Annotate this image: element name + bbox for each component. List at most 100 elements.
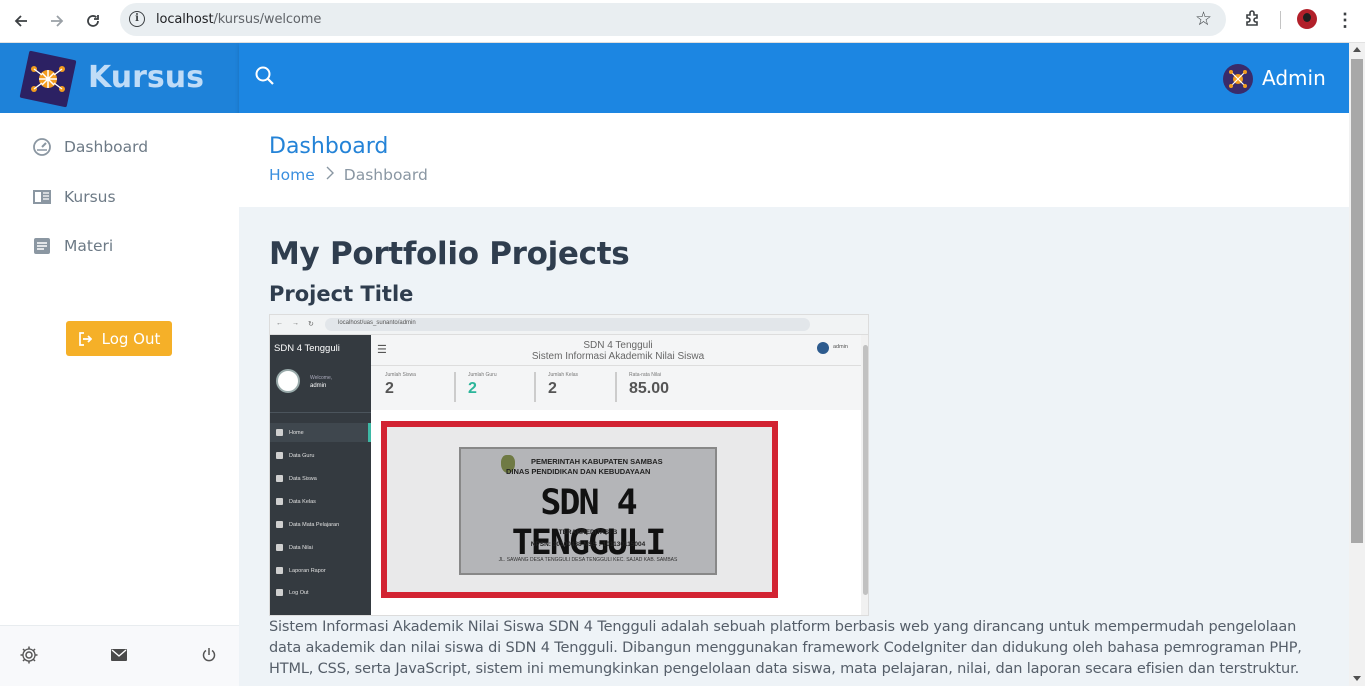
extensions-icon[interactable]	[1243, 9, 1263, 29]
screenshot-back-icon: ←	[276, 320, 283, 327]
screenshot-scrollbar	[861, 335, 868, 615]
user-avatar[interactable]	[1223, 64, 1253, 94]
stat-label: Jumlah Guru	[468, 372, 497, 378]
stat-label: Rata-rata Nilai	[629, 372, 661, 378]
top-header: Admin	[239, 43, 1349, 113]
screenshot-url: localhost/uas_sunanto/admin	[338, 320, 416, 326]
plate-school-name: SDN 4 TENGGULI	[511, 483, 667, 563]
sidebar-item-kursus[interactable]: Kursus	[32, 185, 116, 209]
sidebar-item-materi[interactable]: Materi	[32, 234, 113, 258]
screenshot-menu-item: Data Kelas	[276, 498, 316, 505]
site-info-icon[interactable]: i	[129, 11, 145, 27]
plate-accreditation: TERAKREDITASI B	[558, 529, 618, 536]
sidebar-item-label: Kursus	[64, 188, 116, 206]
screenshot-forward-icon: →	[292, 320, 299, 327]
screenshot-browser-bar: ← → ↻ localhost/uas_sunanto/admin	[270, 315, 868, 335]
mail-icon[interactable]	[108, 644, 130, 666]
screenshot-user: admin	[310, 383, 327, 389]
scroll-up-icon[interactable]	[1353, 47, 1361, 52]
screenshot-menu-item: Log Out	[276, 589, 309, 596]
screenshot-menu-item: Home	[276, 429, 304, 436]
stat-value: 2	[385, 380, 394, 397]
screenshot-stat: Jumlah Siswa 2	[371, 366, 451, 406]
project-title: Project Title	[269, 282, 414, 306]
scroll-down-icon[interactable]	[1353, 676, 1361, 681]
address-bar[interactable]: i localhost/kursus/welcome ☆	[120, 3, 1226, 36]
screenshot-stat: Jumlah Guru 2	[454, 366, 534, 406]
screenshot-divider	[270, 412, 371, 413]
back-icon[interactable]	[10, 10, 32, 32]
more-menu-icon[interactable]: ⋮	[1336, 10, 1354, 31]
brand-name[interactable]: Kursus	[88, 60, 204, 95]
scroll-thumb[interactable]	[1351, 59, 1363, 543]
breadcrumb: Home Dashboard	[269, 165, 428, 184]
toolbar-divider	[1280, 11, 1281, 29]
project-screenshot: ← → ↻ localhost/uas_sunanto/admin SDN 4 …	[269, 314, 869, 616]
sidebar-item-label: Materi	[64, 237, 114, 255]
stat-divider	[615, 372, 617, 402]
settings-icon[interactable]	[18, 644, 40, 666]
school-sign-plate: PEMERINTAH KABUPATEN SAMBAS DINAS PENDID…	[459, 447, 717, 575]
page-title: Dashboard	[269, 134, 389, 159]
screenshot-reload-icon: ↻	[308, 321, 314, 328]
screenshot-menu-item: Data Guru	[276, 452, 314, 459]
screenshot-user-menu: admin	[833, 344, 848, 350]
screenshot-bottom-edge	[416, 615, 866, 616]
project-description: Sistem Informasi Akademik Nilai Siswa SD…	[269, 619, 1302, 677]
page-scrollbar[interactable]	[1349, 43, 1365, 686]
breadcrumb-home-link[interactable]: Home	[269, 166, 315, 184]
user-name[interactable]: Admin	[1262, 66, 1326, 90]
stat-label: Jumlah Siswa	[385, 372, 416, 378]
screenshot-user-avatar	[817, 342, 829, 354]
dashboard-icon	[32, 137, 52, 157]
screenshot-menu-item: Data Mata Pelajaran	[276, 521, 339, 528]
bookmark-star-icon[interactable]: ☆	[1195, 8, 1212, 31]
photo-wall: PEMERINTAH KABUPATEN SAMBAS DINAS PENDID…	[387, 427, 772, 592]
plate-ids: NPSN: 30100438 NSS : 101130115004	[530, 541, 646, 548]
school-sign-photo: PEMERINTAH KABUPATEN SAMBAS DINAS PENDID…	[381, 421, 778, 598]
browser-toolbar: i localhost/kursus/welcome ☆ ⋮	[0, 0, 1365, 43]
sidebar-item-dashboard[interactable]: Dashboard	[32, 135, 148, 159]
stat-divider	[534, 372, 536, 402]
book-icon	[32, 187, 52, 207]
screenshot-header-line2: Sistem Informasi Akademik Nilai Siswa	[531, 351, 705, 362]
search-icon[interactable]	[253, 64, 277, 88]
url-text[interactable]: localhost/kursus/welcome	[156, 12, 321, 27]
stat-label: Jumlah Kelas	[548, 372, 579, 378]
screenshot-stats: Jumlah Siswa 2 Jumlah Guru 2 Jumlah Kela…	[371, 366, 863, 410]
plate-line2: DINAS PENDIDIKAN DAN KEBUDAYAAN	[506, 467, 651, 476]
brand-logo[interactable]	[18, 49, 78, 109]
screenshot-stat: Jumlah Kelas 2	[534, 366, 614, 406]
screenshot-app-name: SDN 4 Tengguli	[274, 343, 340, 354]
portfolio-heading: My Portfolio Projects	[269, 236, 630, 272]
logout-icon	[78, 331, 92, 346]
profile-avatar[interactable]	[1297, 9, 1317, 29]
logout-label: Log Out	[101, 329, 161, 348]
main-content: My Portfolio Projects Project Title ← → …	[239, 207, 1349, 686]
breadcrumb-current: Dashboard	[343, 165, 428, 184]
sidebar-footer	[0, 625, 239, 686]
plate-address: JL. SAWANG DESA TENGGULI DESA TENGGULI K…	[498, 557, 678, 563]
sidebar-item-label: Dashboard	[64, 138, 149, 156]
power-icon[interactable]	[198, 644, 220, 666]
logout-button[interactable]: Log Out	[66, 321, 172, 356]
screenshot-avatar	[276, 369, 300, 393]
stat-value: 85.00	[629, 380, 670, 397]
plate-line1: PEMERINTAH KABUPATEN SAMBAS	[531, 457, 663, 466]
screenshot-menu-item: Data Siswa	[276, 475, 317, 482]
reload-icon[interactable]	[82, 10, 104, 32]
forward-icon[interactable]	[46, 10, 68, 32]
screenshot-photo-area: PEMERINTAH KABUPATEN SAMBAS DINAS PENDID…	[371, 416, 855, 601]
screenshot-stat: Rata-rata Nilai 85.00	[615, 366, 695, 406]
screenshot-menu-item: Data Nilai	[276, 544, 313, 551]
breadcrumb-chevron-icon	[325, 165, 334, 184]
sidebar: Dashboard Kursus Materi Log Out	[0, 113, 239, 686]
page-header: Dashboard Home Dashboard	[239, 113, 1349, 207]
screenshot-sidebar: SDN 4 Tengguli Welcome, admin Home Data …	[270, 335, 371, 615]
screenshot-scroll-thumb	[863, 345, 868, 595]
stat-value: 2	[548, 380, 557, 397]
logo-area: Kursus	[0, 43, 239, 113]
stat-value: 2	[468, 380, 477, 397]
document-icon	[32, 236, 52, 256]
screenshot-menu-item: Laporan Rapor	[276, 567, 326, 574]
